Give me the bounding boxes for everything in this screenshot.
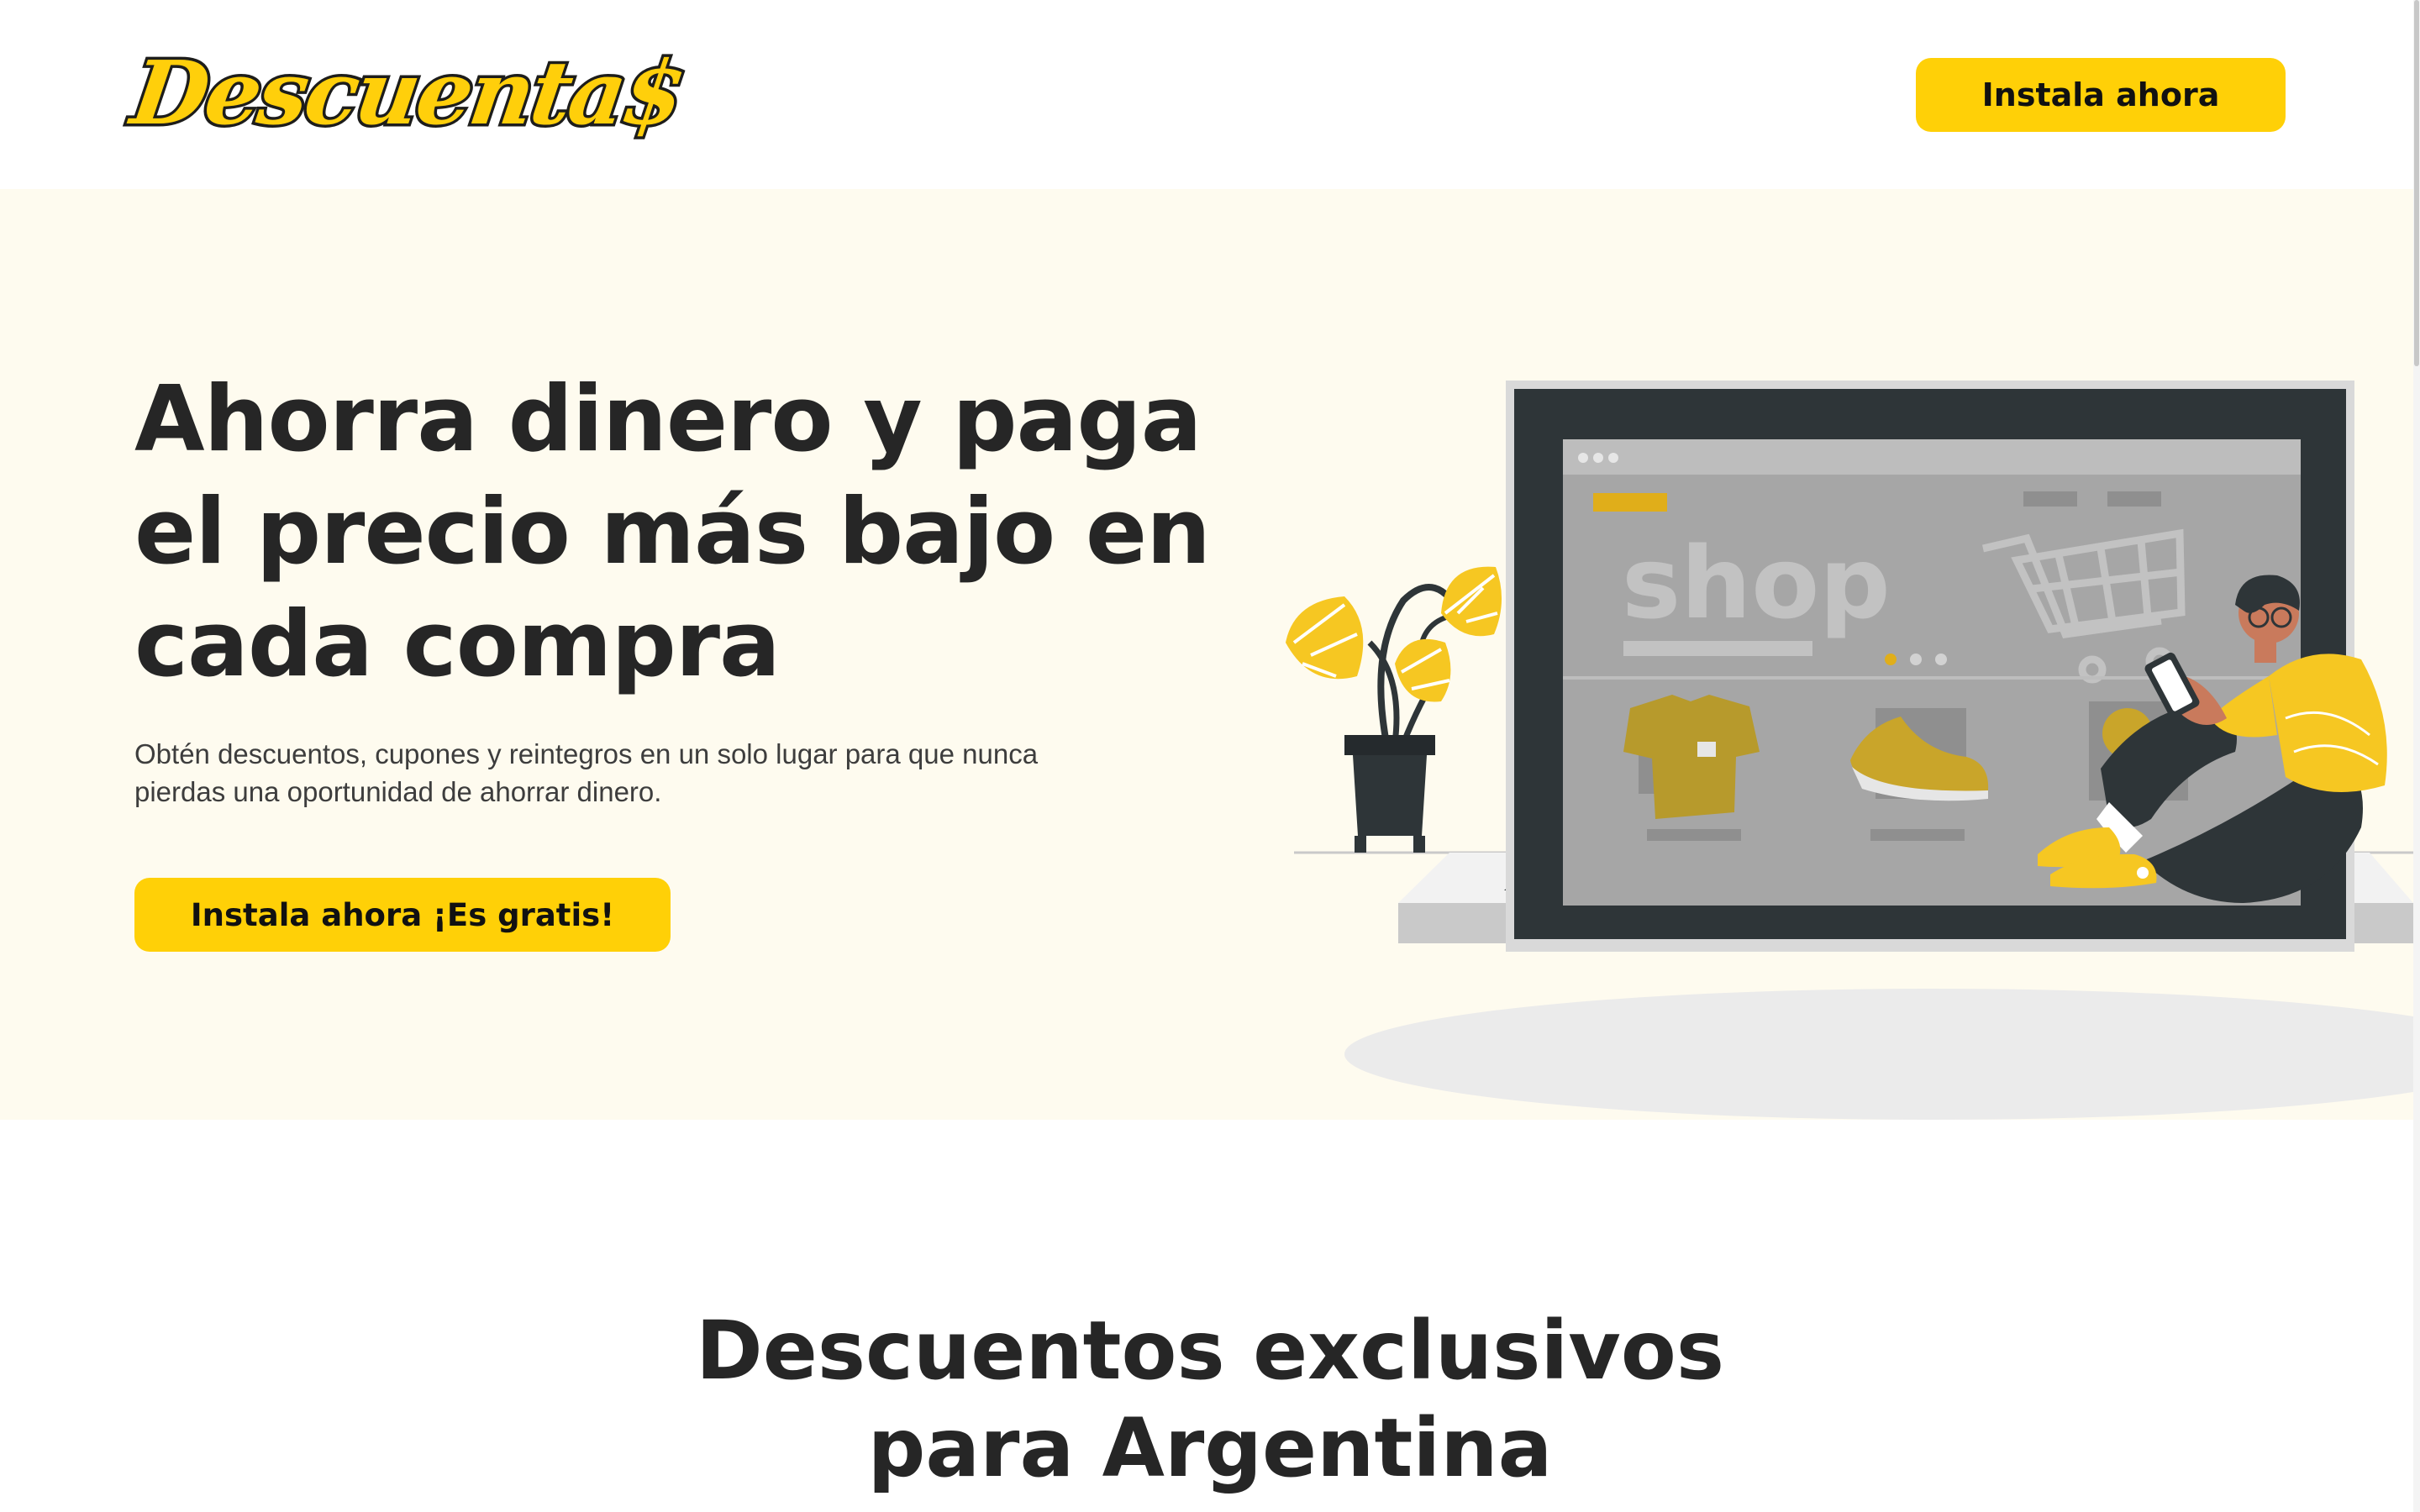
logo-text: Descuenta$: [123, 39, 692, 148]
hero-title: Ahorra dinero y paga el precio más bajo …: [134, 364, 1211, 701]
scrollbar-thumb[interactable]: [2414, 0, 2419, 366]
plant-icon: [1286, 566, 1502, 853]
hero-subtitle-line: pierdas una oportunidad de ahorrar diner…: [134, 776, 662, 807]
hero-section: Ahorra dinero y paga el precio más bajo …: [0, 189, 2413, 1120]
hero-title-line: el precio más bajo en: [134, 480, 1211, 585]
install-now-button[interactable]: Instala ahora: [1916, 58, 2286, 132]
section-title-line: Descuentos exclusivos: [696, 1304, 1724, 1398]
hero-title-line: cada compra: [134, 592, 781, 697]
install-free-button[interactable]: Instala ahora ¡Es gratis!: [134, 878, 671, 952]
site-header: Descuenta$ Instala ahora: [0, 0, 2420, 189]
hero-subtitle-line: Obtén descuentos, cupones y reintegros e…: [134, 738, 1039, 769]
shop-screen-text: shop: [1622, 525, 1891, 641]
exclusive-discounts-heading: Descuentos exclusivos para Argentina: [0, 1302, 2420, 1497]
hero-title-line: Ahorra dinero y paga: [134, 367, 1202, 472]
floor-shadow: [1344, 989, 2413, 1120]
shopping-illustration: shop: [1286, 381, 2413, 1120]
descuentas-logo[interactable]: Descuenta$: [123, 35, 692, 151]
section-title-line: para Argentina: [867, 1401, 1553, 1495]
hero-subtitle: Obtén descuentos, cupones y reintegros e…: [134, 735, 1193, 811]
